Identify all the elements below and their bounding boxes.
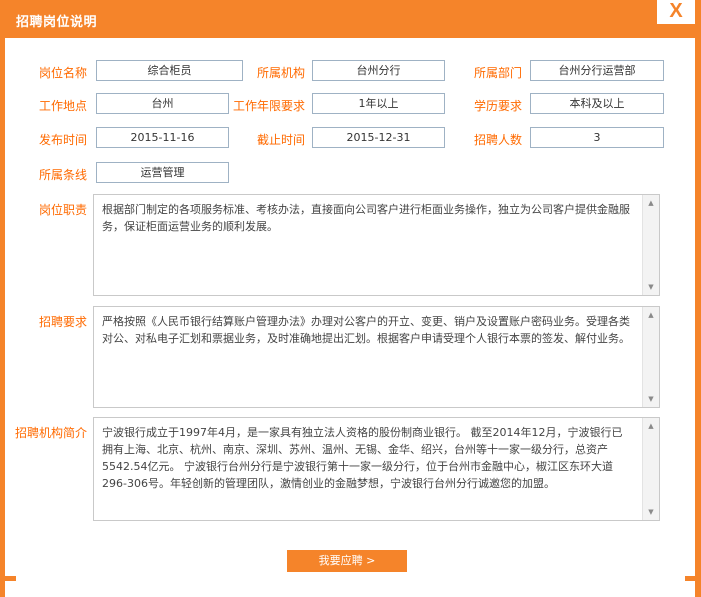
work-location-label: 工作地点 <box>39 99 88 113</box>
right-border <box>695 38 701 597</box>
work-location-field: 台州 <box>96 93 229 114</box>
left-border <box>0 38 5 597</box>
scroll-down-icon[interactable]: ▼ <box>643 280 659 294</box>
scroll-up-icon[interactable]: ▲ <box>643 308 659 322</box>
apply-button[interactable]: 我要应聘 > <box>287 550 407 572</box>
bottom-left-corner <box>0 576 16 581</box>
duties-textarea[interactable]: 根据部门制定的各项服务标准、考核办法，直接面向公司客户进行柜面业务操作，独立为公… <box>93 194 660 296</box>
bottom-right-corner <box>685 576 701 581</box>
headcount-label: 招聘人数 <box>474 133 523 147</box>
department-field: 台州分行运营部 <box>530 60 664 81</box>
requirements-scrollbar[interactable]: ▲ ▼ <box>642 307 659 407</box>
deadline-field: 2015-12-31 <box>312 127 445 148</box>
scroll-up-icon[interactable]: ▲ <box>643 196 659 210</box>
scroll-down-icon[interactable]: ▼ <box>643 505 659 519</box>
business-line-field: 运营管理 <box>96 162 229 183</box>
institution-intro-scrollbar[interactable]: ▲ ▼ <box>642 418 659 520</box>
requirements-label: 招聘要求 <box>39 315 88 329</box>
dialog-title: 招聘岗位说明 <box>16 15 98 30</box>
institution-field: 台州分行 <box>312 60 445 81</box>
position-name-label: 岗位名称 <box>39 66 88 80</box>
institution-label: 所属机构 <box>257 66 306 80</box>
headcount-field: 3 <box>530 127 664 148</box>
department-label: 所属部门 <box>474 66 523 80</box>
duties-scrollbar[interactable]: ▲ ▼ <box>642 195 659 295</box>
scroll-down-icon[interactable]: ▼ <box>643 392 659 406</box>
scroll-up-icon[interactable]: ▲ <box>643 419 659 433</box>
title-bar: 招聘岗位说明 X <box>0 0 701 38</box>
education-label: 学历要求 <box>474 99 523 113</box>
duties-label: 岗位职责 <box>39 203 88 217</box>
requirements-textarea[interactable]: 严格按照《人民币银行结算账户管理办法》办理对公客户的开立、变更、销户及设置账户密… <box>93 306 660 408</box>
position-name-field: 综合柜员 <box>96 60 243 81</box>
requirements-text: 严格按照《人民币银行结算账户管理办法》办理对公客户的开立、变更、销户及设置账户密… <box>102 315 630 345</box>
institution-intro-text: 宁波银行成立于1997年4月，是一家具有独立法人资格的股份制商业银行。 截至20… <box>102 426 623 490</box>
close-button[interactable]: X <box>657 0 695 24</box>
deadline-label: 截止时间 <box>257 133 306 147</box>
institution-intro-label: 招聘机构简介 <box>15 426 88 440</box>
experience-label: 工作年限要求 <box>233 99 306 113</box>
publish-time-label: 发布时间 <box>39 133 88 147</box>
education-field: 本科及以上 <box>530 93 664 114</box>
institution-intro-textarea[interactable]: 宁波银行成立于1997年4月，是一家具有独立法人资格的股份制商业银行。 截至20… <box>93 417 660 521</box>
experience-field: 1年以上 <box>312 93 445 114</box>
publish-time-field: 2015-11-16 <box>96 127 229 148</box>
business-line-label: 所属条线 <box>39 168 88 182</box>
duties-text: 根据部门制定的各项服务标准、考核办法，直接面向公司客户进行柜面业务操作，独立为公… <box>102 203 630 233</box>
